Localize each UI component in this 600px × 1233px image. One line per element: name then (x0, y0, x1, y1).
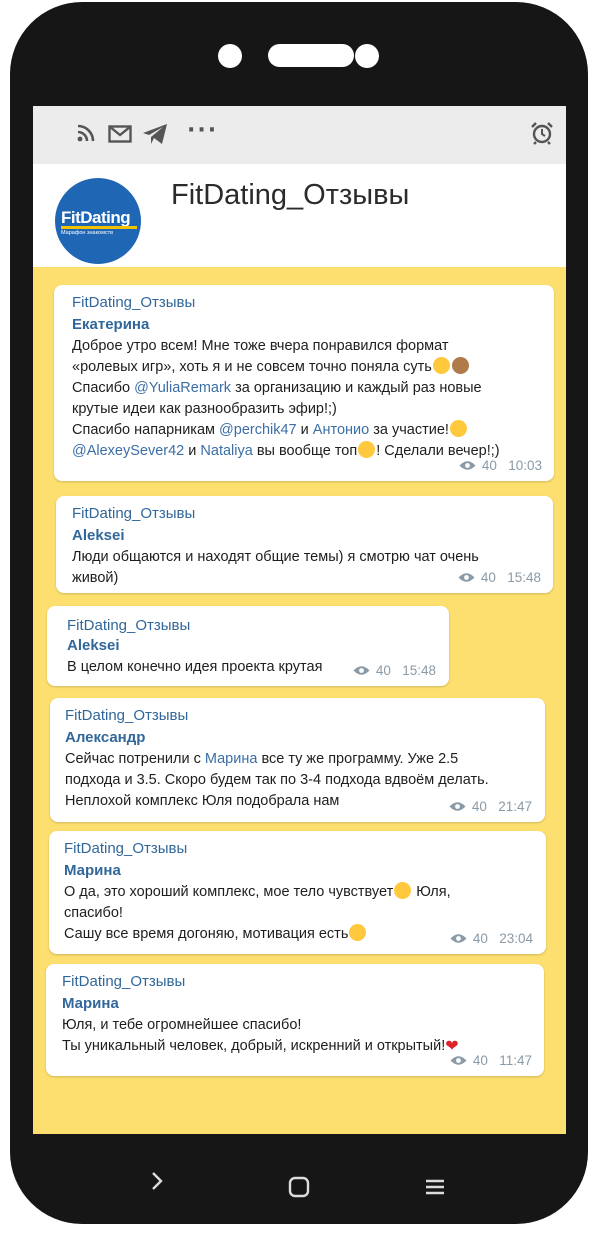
channel-header: FitDating Марафон знакомств FitDating_От… (33, 164, 566, 267)
screen: ··· FitDating Марафон знакомств FitDatin… (33, 106, 566, 1134)
front-camera (218, 44, 242, 68)
message-channel-name: FitDating_Отзывы (65, 707, 189, 724)
view-count: 40 (472, 1053, 488, 1068)
message-meta: 40 23:04 (450, 931, 533, 947)
view-count: 40 (481, 458, 497, 473)
message-meta: 40 10:03 (459, 458, 542, 474)
message-text: Доброе утро всем! Мне тоже вчера понрави… (72, 338, 500, 459)
telegram-icon (142, 123, 168, 149)
status-bar: ··· (33, 106, 566, 164)
menu-nav-icon[interactable] (425, 1179, 445, 1199)
message-time: 11:47 (499, 1053, 532, 1068)
more-icon[interactable]: ··· (187, 118, 218, 143)
channel-title: FitDating_Отзывы (171, 179, 410, 211)
views-eye-icon (450, 1054, 467, 1069)
rss-icon (77, 124, 95, 146)
views-eye-icon (459, 459, 476, 474)
message-text: Сейчас потренили с Марина все ту же прог… (65, 751, 489, 809)
mention-link[interactable]: @YuliaRemark (134, 380, 231, 396)
view-count: 40 (480, 570, 496, 585)
message-text: В целом конечно идея проекта крутая (67, 659, 323, 675)
view-count: 40 (471, 799, 487, 814)
message-author: Марина (64, 862, 121, 879)
message-time: 15:48 (507, 570, 541, 585)
message-channel-name: FitDating_Отзывы (62, 973, 186, 990)
views-eye-icon (449, 800, 466, 815)
message-channel-name: FitDating_Отзывы (72, 294, 196, 311)
grinning-emoji-icon (449, 420, 467, 437)
back-nav-icon[interactable] (150, 1170, 164, 1196)
message-meta: 40 15:48 (353, 663, 436, 679)
message-text: Люди общаются и находят общие темы) я см… (72, 549, 479, 586)
mention-link[interactable]: @AlexeySever42 (72, 443, 184, 459)
mention-link[interactable]: Nataliya (200, 443, 252, 459)
message-author: Aleksei (72, 527, 125, 544)
message-text: О да, это хороший комплекс, мое тело чув… (64, 882, 451, 942)
message-time: 21:47 (498, 799, 532, 814)
message-meta: 40 21:47 (449, 799, 532, 815)
mention-link[interactable]: Марина (205, 751, 258, 767)
message-bubble[interactable]: FitDating_Отзывы Марина Юля, и тебе огро… (46, 964, 544, 1076)
message-time: 10:03 (508, 458, 542, 473)
message-channel-name: FitDating_Отзывы (72, 505, 196, 522)
message-bubble[interactable]: FitDating_Отзывы Марина О да, это хороши… (49, 831, 546, 954)
message-author: Aleksei (67, 637, 120, 654)
message-bubble[interactable]: FitDating_Отзывы Aleksei Люди общаются и… (56, 496, 553, 593)
see-no-evil-monkey-icon (451, 357, 469, 374)
home-nav-icon[interactable] (288, 1176, 310, 1202)
alarm-icon (530, 121, 554, 149)
message-author: Екатерина (72, 316, 150, 333)
logo-underline (61, 226, 137, 229)
views-eye-icon (458, 571, 475, 586)
message-bubble[interactable]: FitDating_Отзывы Aleksei В целом конечно… (47, 606, 449, 686)
view-count: 40 (375, 663, 391, 678)
message-bubble[interactable]: FitDating_Отзывы Екатерина Доброе утро в… (54, 285, 554, 481)
views-eye-icon (450, 932, 467, 947)
view-count: 40 (472, 931, 488, 946)
winking-emoji-icon (349, 924, 367, 941)
front-sensor (355, 44, 379, 68)
smiling-emoji-icon (394, 882, 412, 899)
message-meta: 40 15:48 (458, 570, 541, 586)
message-author: Марина (62, 995, 119, 1012)
channel-avatar[interactable]: FitDating Марафон знакомств (55, 178, 141, 264)
views-eye-icon (353, 664, 370, 679)
mail-icon (108, 125, 132, 147)
message-author: Александр (65, 729, 146, 746)
message-bubble[interactable]: FitDating_Отзывы Александр Сейчас потрен… (50, 698, 545, 822)
earpiece-speaker (268, 44, 354, 67)
rofl-emoji-icon (358, 441, 376, 458)
message-text: Юля, и тебе огромнейшее спасибо! Ты уник… (62, 1017, 459, 1055)
logo-subtitle: Марафон знакомств (61, 230, 114, 236)
logo-text: FitDating (61, 208, 131, 227)
message-time: 23:04 (499, 931, 533, 946)
mention-link[interactable]: Антонио (313, 422, 369, 438)
message-meta: 40 11:47 (450, 1053, 532, 1069)
message-channel-name: FitDating_Отзывы (67, 617, 191, 634)
laughing-emoji-icon (432, 357, 450, 374)
mention-link[interactable]: @perchik47 (219, 422, 297, 438)
message-time: 15:48 (402, 663, 436, 678)
message-channel-name: FitDating_Отзывы (64, 840, 188, 857)
